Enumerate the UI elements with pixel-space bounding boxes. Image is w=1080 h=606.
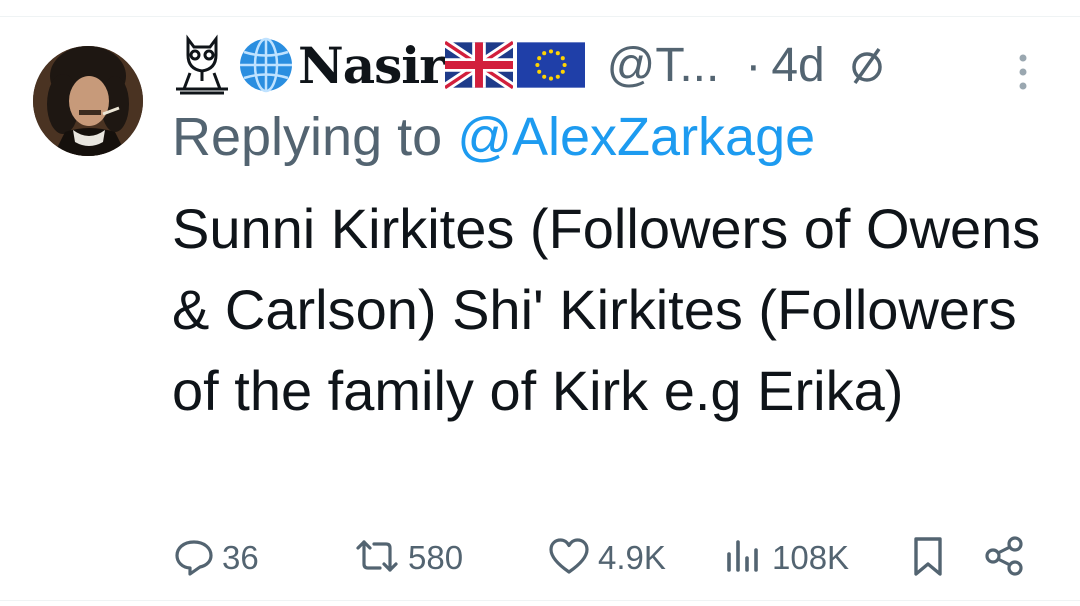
- reply-button[interactable]: 36: [172, 530, 259, 586]
- repost-icon: [352, 534, 402, 583]
- views-icon: [720, 534, 766, 583]
- repost-button[interactable]: 580: [352, 530, 463, 586]
- post-time[interactable]: 4d: [771, 38, 824, 93]
- uk-flag-icon: [444, 40, 513, 90]
- divider-bottom: [0, 600, 1080, 601]
- bookmark-button[interactable]: [908, 530, 948, 586]
- tweet-text: Sunni Kirkites (Followers of Owens & Car…: [172, 197, 1041, 422]
- avatar[interactable]: [33, 46, 143, 156]
- views-button[interactable]: 108K: [720, 530, 849, 586]
- user-handle[interactable]: @T...: [607, 38, 720, 93]
- share-icon: [982, 534, 1026, 583]
- no-entry-icon: [847, 45, 887, 85]
- repost-count: 580: [408, 539, 464, 576]
- time-separator: ·: [745, 38, 762, 92]
- owl-icon: [170, 33, 234, 97]
- replying-to-line: Replying to @AlexZarkage: [172, 106, 815, 168]
- share-button[interactable]: [982, 530, 1026, 586]
- like-button[interactable]: 4.9K: [546, 530, 666, 586]
- action-bar: 36 580 4.9K 108K: [0, 530, 1080, 586]
- like-count: 4.9K: [598, 539, 666, 576]
- replying-to-mention[interactable]: @AlexZarkage: [457, 107, 815, 167]
- tweet[interactable]: Nasir @T... · 4d Replying to @AlexZarkag…: [0, 0, 1080, 606]
- bookmark-icon: [908, 534, 948, 583]
- more-icon[interactable]: [1015, 52, 1031, 92]
- replying-prefix: Replying to: [172, 107, 443, 167]
- heart-icon: [546, 534, 592, 583]
- display-name[interactable]: Nasir: [298, 36, 446, 95]
- divider-top: [0, 16, 1080, 17]
- tweet-header: Nasir @T... · 4d: [170, 24, 1050, 106]
- reply-icon: [172, 534, 216, 583]
- views-count: 108K: [772, 539, 850, 576]
- reply-count: 36: [222, 539, 259, 576]
- globe-icon: [238, 37, 294, 93]
- eu-flag-icon: [516, 40, 585, 90]
